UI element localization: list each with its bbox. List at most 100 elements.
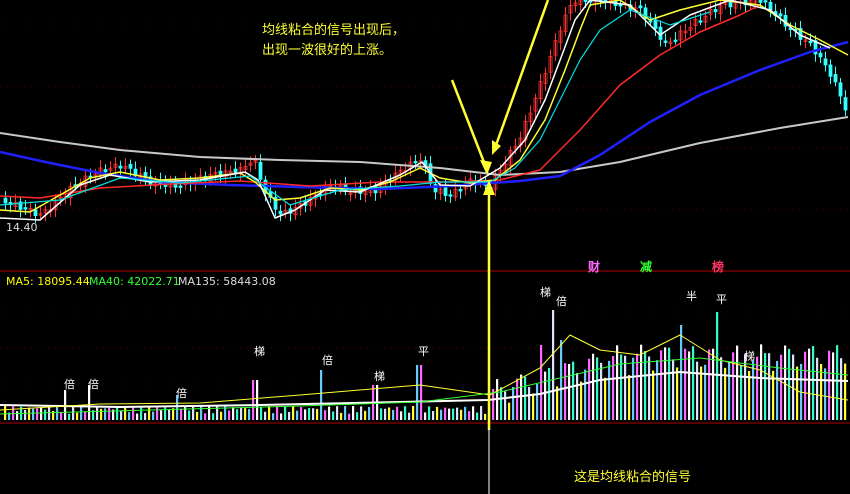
volume-bar [516,378,519,420]
candle-body [458,188,463,192]
volume-bar [656,360,659,420]
signal-jian-badge[interactable]: 减 [640,258,652,275]
candle-body [638,5,643,9]
volume-bar [472,406,475,420]
volume-bar [672,359,675,420]
volume-bar [400,411,403,420]
volume-bar [600,362,603,420]
volume-bar [832,352,835,420]
volume-bar [328,406,331,420]
volume-bar [568,364,571,420]
volume-bar [552,310,555,420]
volume-bar [564,363,567,420]
candle-body [818,52,823,58]
volume-bar [64,390,67,420]
volume-bar [156,406,159,420]
volume-bar [56,406,59,420]
volume-bar [484,413,487,420]
volume-bar [232,407,235,420]
volume-bar [840,358,843,420]
volume-bar [432,411,435,420]
signal-bang-badge[interactable]: 榜 [712,258,724,275]
volume-bar [68,413,71,420]
volume-bar-label: 平 [418,345,429,358]
volume-bar [180,409,183,420]
volume-bar [360,406,363,420]
candle-body [833,74,838,83]
candle-body [103,169,108,173]
candle-body [713,9,718,13]
volume-bar [736,345,739,420]
volume-bar [460,409,463,420]
volume-bar [728,361,731,420]
candle-body [653,19,658,30]
volume-bar [316,408,319,420]
volume-bar [152,411,155,420]
volume-bar [16,411,19,420]
volume-bar [48,406,51,420]
candle-body [448,194,453,197]
candle-body [178,185,183,188]
volume-bar [556,386,559,420]
volume-bar [708,349,711,420]
volume-bar [392,409,395,420]
volume-bar [504,391,507,420]
volume-bar [340,412,343,420]
volume-ma40-value: 42022.71 [127,275,180,288]
volume-bar [148,406,151,420]
volume-bar [388,407,391,420]
volume-bar-label: 倍 [64,377,75,391]
volume-bar [692,346,695,420]
volume-bar [476,412,479,420]
volume-bar [596,357,599,420]
volume-bar [444,407,447,420]
volume-bar [260,406,263,420]
candle-body [768,1,773,11]
volume-bar [624,355,627,420]
volume-bar-label: 倍 [88,377,99,391]
candle-body [758,0,763,3]
volume-bar [332,411,335,420]
volume-bar [324,410,327,420]
annotation-top-line1: 均线粘合的信号出现后， [262,23,406,38]
candle-body [618,4,623,7]
volume-bar [140,406,143,420]
volume-bar [452,408,455,420]
volume-bar [748,370,751,420]
volume-bar [36,408,39,420]
volume-bar [72,406,75,420]
volume-bar [272,413,275,420]
volume-bar [640,344,643,420]
kline-chart[interactable]: 倍倍倍倍梯梯平梯倍半平梯 [0,0,850,494]
annotation-arrow-left-shaft [450,79,489,171]
signal-cai-badge[interactable]: 财 [588,258,600,275]
candle-body [118,165,123,169]
volume-bar [576,373,579,420]
volume-bar [264,411,267,420]
candle-body [648,20,653,23]
volume-bar [320,370,323,420]
volume-bar [344,406,347,420]
volume-bar [116,407,119,420]
volume-bar [468,411,471,420]
volume-bar [436,406,439,420]
volume-bar [808,348,811,420]
volume-bar [44,409,47,420]
volume-bar [304,409,307,420]
volume-bar [648,356,651,420]
volume-bar [288,411,291,420]
volume-bar [60,412,63,420]
volume-bar [572,361,575,420]
volume-ma5-label: MA5: 18095.44 [6,275,90,288]
volume-bar [592,353,595,420]
volume-ma135-label: MA135: 58443.08 [178,275,276,288]
volume-bar [788,348,791,420]
volume-bar [644,351,647,420]
candle-body [778,13,783,17]
volume-bar [4,406,7,420]
volume-bar [776,360,779,420]
volume-ma135-name: MA135 [178,275,217,288]
volume-bar [544,371,547,420]
volume-bar [28,407,31,420]
volume-bar [780,354,783,420]
